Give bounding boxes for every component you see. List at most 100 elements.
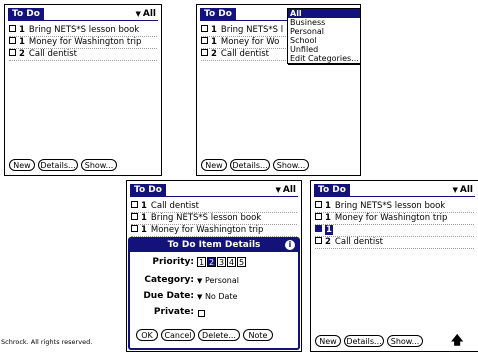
copyright-footer: Schrock. All rights reserved. bbox=[1, 338, 93, 346]
task-checkbox[interactable] bbox=[131, 225, 138, 232]
private-checkbox[interactable] bbox=[198, 310, 205, 317]
priority-option[interactable]: 4 bbox=[227, 257, 236, 267]
note-button[interactable]: Note bbox=[243, 329, 273, 341]
task-checkbox[interactable] bbox=[315, 225, 322, 232]
todo-screen-new-item: To Do ▼ All 1 Bring NETS*S lesson book 1 Mo… bbox=[310, 180, 478, 352]
task-text: Bring NETS*S lesson book bbox=[150, 213, 262, 223]
triangle-down-icon: ▼ bbox=[135, 10, 141, 18]
triangle-down-icon: ▼ bbox=[275, 186, 281, 194]
task-row-new[interactable]: 1 bbox=[315, 225, 474, 237]
task-row[interactable]: 1 Money for Washington trip bbox=[9, 37, 157, 49]
task-row[interactable]: 1 Call dentist bbox=[131, 201, 297, 213]
task-priority: 1 bbox=[211, 25, 217, 35]
task-checkbox[interactable] bbox=[315, 237, 322, 244]
todo-screen-category-menu: To Do 1 Bring NETS*S l 1 Money for Wo 2 Cal… bbox=[196, 4, 361, 176]
private-label: Private: bbox=[153, 307, 194, 317]
info-icon[interactable]: i bbox=[285, 240, 295, 250]
menu-item-all[interactable]: All bbox=[288, 9, 360, 18]
task-text: Call dentist bbox=[220, 49, 269, 59]
show-button[interactable]: Show... bbox=[387, 335, 423, 347]
title-bar: To Do ▼ All bbox=[130, 184, 298, 197]
cancel-button[interactable]: Cancel bbox=[161, 329, 195, 341]
title-bar: To Do ▼ All bbox=[8, 8, 158, 21]
priority-option-selected[interactable]: 2 bbox=[207, 257, 216, 267]
task-priority: 1 bbox=[141, 225, 147, 235]
task-checkbox[interactable] bbox=[131, 213, 138, 220]
task-text: Bring NETS*S l bbox=[220, 25, 284, 35]
category-picker[interactable]: ▼ All bbox=[275, 184, 296, 197]
item-details-dialog: To Do Item Details i Priority: 12345 Cat… bbox=[128, 237, 300, 350]
task-row[interactable]: 2 Call dentist bbox=[9, 49, 157, 61]
task-priority: 1 bbox=[19, 25, 25, 35]
category-label: Category: bbox=[144, 275, 194, 285]
task-priority: 1 bbox=[19, 37, 25, 47]
task-text: Bring NETS*S lesson book bbox=[334, 201, 446, 211]
details-button[interactable]: Details... bbox=[344, 335, 384, 347]
task-row[interactable]: 1 Money for Washington trip bbox=[131, 225, 297, 237]
task-checkbox[interactable] bbox=[9, 49, 16, 56]
show-button[interactable]: Show... bbox=[273, 159, 309, 171]
dialog-title: To Do Item Details bbox=[130, 239, 298, 252]
task-row[interactable]: 2 Call dentist bbox=[315, 237, 474, 249]
task-checkbox[interactable] bbox=[315, 201, 322, 208]
task-row[interactable]: 1 Bring NETS*S lesson book bbox=[315, 201, 474, 213]
menu-item-business[interactable]: Business bbox=[288, 18, 360, 27]
show-button[interactable]: Show... bbox=[81, 159, 117, 171]
priority-option[interactable]: 5 bbox=[237, 257, 246, 267]
task-list: 1 Call dentist 1 Bring NETS*S lesson book … bbox=[131, 201, 297, 237]
menu-item-unfiled[interactable]: Unfiled bbox=[288, 45, 360, 54]
priority-option[interactable]: 3 bbox=[217, 257, 226, 267]
category-picker[interactable]: ▼ Personal bbox=[197, 276, 239, 285]
details-button[interactable]: Details... bbox=[38, 159, 78, 171]
task-checkbox[interactable] bbox=[201, 37, 208, 44]
task-text: Money for Wo bbox=[220, 37, 280, 47]
priority-option[interactable]: 1 bbox=[197, 257, 206, 267]
task-list: 1 Bring NETS*S lesson book 1 Money for Was… bbox=[315, 201, 474, 249]
task-text: Call dentist bbox=[334, 237, 383, 247]
category-menu: All Business Personal School Unfiled Edi… bbox=[287, 8, 360, 64]
task-text: Money for Washington trip bbox=[150, 225, 264, 235]
task-row[interactable]: 1 Bring NETS*S lesson book bbox=[9, 25, 157, 37]
todo-screen-item-details: To Do ▼ All 1 Call dentist 1 Bring NETS*S l… bbox=[126, 180, 302, 352]
menu-item-edit-categories[interactable]: Edit Categories... bbox=[288, 54, 360, 63]
category-value: All bbox=[282, 185, 296, 195]
todo-screen-list: To Do ▼ All 1 Bring NETS*S lesson book 1 Mo… bbox=[4, 4, 162, 176]
menu-item-school[interactable]: School bbox=[288, 36, 360, 45]
menu-item-personal[interactable]: Personal bbox=[288, 27, 360, 36]
up-arrow-icon[interactable]: 🡅 bbox=[451, 333, 463, 347]
new-button[interactable]: New bbox=[9, 159, 35, 171]
task-checkbox[interactable] bbox=[131, 201, 138, 208]
task-checkbox[interactable] bbox=[201, 49, 208, 56]
task-checkbox[interactable] bbox=[9, 25, 16, 32]
delete-button[interactable]: Delete... bbox=[198, 329, 240, 341]
task-priority: 2 bbox=[325, 237, 331, 247]
task-checkbox[interactable] bbox=[315, 213, 322, 220]
category-value: All bbox=[459, 185, 473, 195]
task-priority: 1 bbox=[211, 37, 217, 47]
task-priority: 2 bbox=[211, 49, 217, 59]
task-priority: 2 bbox=[19, 49, 25, 59]
due-date-picker[interactable]: ▼ No Date bbox=[197, 292, 237, 301]
priority-label: Priority: bbox=[152, 257, 194, 267]
category-value: Personal bbox=[204, 276, 239, 285]
task-text: Money for Washington trip bbox=[334, 213, 448, 223]
ok-button[interactable]: OK bbox=[136, 329, 158, 341]
due-date-value: No Date bbox=[204, 292, 238, 301]
category-picker[interactable]: ▼ All bbox=[135, 8, 156, 21]
task-row[interactable]: 1 Bring NETS*S lesson book bbox=[131, 213, 297, 225]
task-text: Money for Washington trip bbox=[28, 37, 142, 47]
new-button[interactable]: New bbox=[315, 335, 341, 347]
task-priority: 1 bbox=[141, 201, 147, 211]
task-priority: 1 bbox=[325, 201, 331, 211]
task-list: 1 Bring NETS*S lesson book 1 Money for Was… bbox=[9, 25, 157, 61]
task-checkbox[interactable] bbox=[201, 25, 208, 32]
task-text: Call dentist bbox=[28, 49, 77, 59]
category-value: All bbox=[142, 9, 156, 19]
new-button[interactable]: New bbox=[201, 159, 227, 171]
due-date-label: Due Date: bbox=[143, 291, 194, 301]
priority-selector: 12345 bbox=[197, 257, 247, 267]
task-row[interactable]: 1 Money for Washington trip bbox=[315, 213, 474, 225]
details-button[interactable]: Details... bbox=[230, 159, 270, 171]
category-picker[interactable]: ▼ All bbox=[452, 184, 473, 197]
task-checkbox[interactable] bbox=[9, 37, 16, 44]
